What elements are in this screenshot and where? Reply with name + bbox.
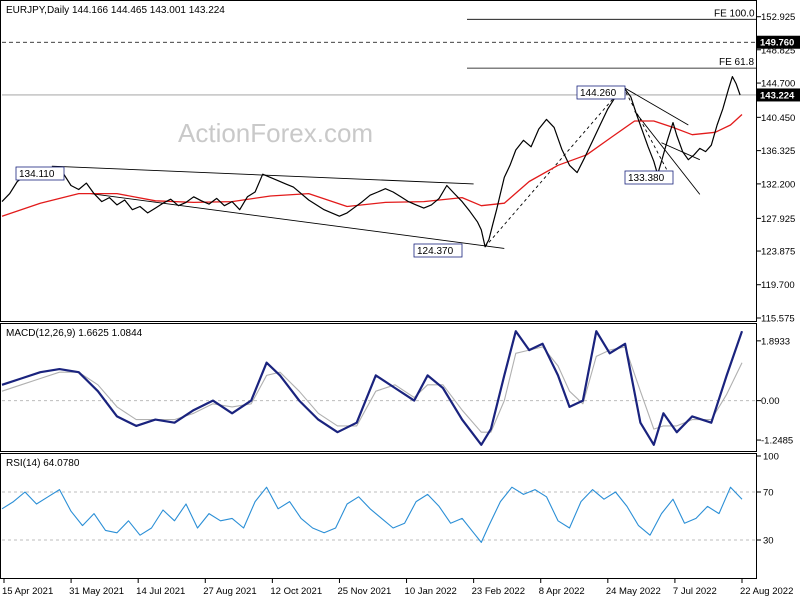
chart: ActionForex.com EURJPY,Daily 144.166 144… — [0, 0, 800, 600]
x-tick-label: 31 May 2021 — [69, 586, 124, 597]
price-y-tick-label: 115.575 — [761, 314, 795, 325]
rsi-line — [1, 486, 743, 543]
x-tick-label: 22 Aug 2022 — [740, 586, 793, 597]
x-tick-label: 15 Apr 2021 — [2, 586, 53, 597]
wedge-upper-trendline — [622, 86, 689, 126]
price-panel-frame — [0, 0, 757, 322]
x-tick-label: 12 Oct 2021 — [270, 586, 322, 597]
rsi-y-tick-label: 30 — [763, 536, 774, 547]
tag-143224: 143.224 — [760, 90, 795, 101]
price-y-tick-label: 119.700 — [761, 280, 795, 291]
x-tick-label: 24 May 2022 — [606, 586, 661, 597]
price-y-tick-label: 123.875 — [761, 247, 795, 258]
label-133380: 133.380 — [628, 173, 665, 184]
price-y-tick-label: 148.825 — [761, 45, 795, 56]
rsi-title: RSI(14) 64.0780 — [6, 458, 80, 469]
price-y-tick-label: 152.925 — [761, 12, 795, 23]
price-y-tick-label: 136.325 — [761, 146, 795, 157]
price-y-tick-label: 144.700 — [761, 79, 795, 90]
macd-y-tick-label: -1.2485 — [761, 436, 793, 447]
x-tick-label: 7 Jul 2022 — [673, 586, 717, 597]
x-tick-label: 27 Aug 2021 — [203, 586, 256, 597]
macd-signal-line — [1, 346, 743, 433]
label-134110: 134.110 — [19, 169, 55, 180]
macd-y-tick-label: 1.8933 — [761, 336, 790, 347]
macd-title: MACD(12,26,9) 1.6625 1.0844 — [6, 328, 143, 339]
x-tick-label: 23 Feb 2022 — [472, 586, 525, 597]
symbol-title: EURJPY,Daily 144.166 144.465 143.001 143… — [6, 5, 225, 16]
channel-lower-trendline — [90, 193, 505, 249]
label-144260: 144.260 — [580, 88, 617, 99]
fe100-label: FE 100.0 — [714, 8, 755, 19]
price-y-tick-label: 140.450 — [761, 113, 795, 124]
macd-y-tick-label: 0.00 — [761, 396, 780, 407]
price-y-tick-label: 132.200 — [761, 179, 795, 190]
label-124370: 124.370 — [417, 246, 454, 257]
macd-line — [1, 330, 744, 446]
rsi-y-tick-label: 100 — [763, 452, 779, 463]
x-tick-label: 10 Jan 2022 — [405, 586, 457, 597]
price-line — [1, 76, 741, 248]
watermark: ActionForex.com — [178, 118, 373, 148]
price-y-tick-label: 127.925 — [761, 214, 795, 225]
fe618-label: FE 61.8 — [719, 57, 754, 68]
chart-svg: ActionForex.com EURJPY,Daily 144.166 144… — [0, 0, 800, 597]
x-tick-label: 25 Nov 2021 — [337, 586, 391, 597]
rsi-y-tick-label: 70 — [763, 488, 774, 499]
x-tick-label: 8 Apr 2022 — [539, 586, 585, 597]
x-tick-label: 14 Jul 2021 — [136, 586, 185, 597]
macd-panel-frame — [0, 323, 757, 452]
